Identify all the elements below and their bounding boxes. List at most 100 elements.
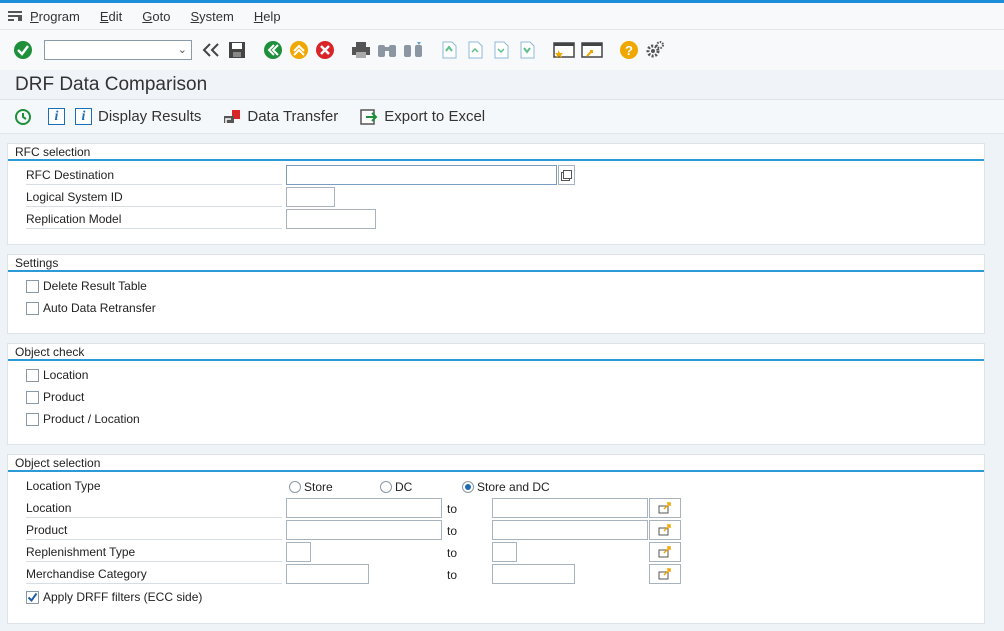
sel-replenishment-to-label: to (447, 546, 458, 560)
check-product-checkbox[interactable] (26, 390, 39, 404)
execute-clock-icon (14, 108, 32, 126)
multiple-selection-icon (658, 568, 671, 580)
auto-retransfer-row[interactable]: Auto Data Retransfer (26, 298, 156, 318)
replication-model-input[interactable] (286, 209, 376, 229)
logical-system-label: Logical System ID (26, 187, 282, 207)
check-location-row[interactable]: Location (26, 365, 88, 385)
cancel-icon[interactable] (314, 39, 336, 61)
apply-drff-label: Apply DRFF filters (ECC side) (43, 590, 203, 604)
double-chevron-left-icon[interactable] (200, 39, 222, 61)
system-toolbar: ⌄ ? (0, 30, 1004, 70)
execute-button[interactable] (14, 108, 38, 126)
auto-retransfer-label: Auto Data Retransfer (43, 301, 156, 315)
new-session-icon[interactable] (552, 39, 576, 61)
value-help-icon (561, 169, 572, 181)
display-results-label: Display Results (98, 108, 202, 125)
export-icon (360, 108, 378, 125)
save-icon[interactable] (226, 39, 248, 61)
object-selection-header: Object selection (8, 455, 984, 472)
sel-replenishment-from-input[interactable] (286, 542, 311, 562)
check-product-location-row[interactable]: Product / Location (26, 409, 140, 429)
sel-product-to-label: to (447, 524, 458, 538)
logical-system-input[interactable] (286, 187, 335, 207)
radio-dc[interactable]: DC (380, 480, 412, 494)
radio-store-dc-dot[interactable] (462, 481, 474, 493)
exit-icon[interactable] (288, 39, 310, 61)
find-icon[interactable] (376, 39, 398, 61)
menu-goto[interactable]: Goto (142, 9, 170, 24)
generate-shortcut-icon[interactable] (580, 39, 604, 61)
sel-merch-category-to-label: to (447, 568, 458, 582)
export-excel-label: Export to Excel (384, 108, 486, 125)
check-location-checkbox[interactable] (26, 368, 39, 382)
export-excel-button[interactable]: Export to Excel (360, 108, 485, 125)
sel-location-multiple-button[interactable] (649, 498, 681, 518)
sel-product-from-input[interactable] (286, 520, 442, 540)
multiple-selection-icon (658, 524, 671, 536)
first-page-icon[interactable] (438, 39, 460, 61)
sel-merch-category-label: Merchandise Category (26, 564, 282, 584)
rfc-selection-header: RFC selection (8, 144, 984, 161)
object-check-header: Object check (8, 344, 984, 361)
sel-merch-category-to-input[interactable] (492, 564, 575, 584)
check-icon (27, 592, 38, 602)
sel-location-from-input[interactable] (286, 498, 442, 518)
radio-store-dot[interactable] (289, 481, 301, 493)
apply-drff-row[interactable]: Apply DRFF filters (ECC side) (26, 587, 202, 607)
rfc-destination-input[interactable] (286, 165, 557, 185)
rfc-destination-valuehelp-button[interactable] (558, 165, 575, 185)
previous-page-icon[interactable] (464, 39, 486, 61)
menu-help[interactable]: Help (254, 9, 281, 24)
location-type-label: Location Type (26, 479, 101, 493)
sel-location-to-input[interactable] (492, 498, 648, 518)
data-transfer-button[interactable]: Data Transfer (223, 108, 338, 125)
settings-group: Settings Delete Result Table Auto Data R… (7, 254, 985, 334)
auto-retransfer-checkbox[interactable] (26, 301, 39, 315)
display-results-button[interactable]: i Display Results (75, 108, 201, 125)
menu-system[interactable]: System (190, 9, 233, 24)
sel-merch-category-from-input[interactable] (286, 564, 369, 584)
chevron-down-icon[interactable]: ⌄ (178, 43, 187, 56)
help-icon[interactable]: ? (618, 39, 640, 61)
last-page-icon[interactable] (516, 39, 538, 61)
data-transfer-icon (223, 109, 241, 125)
sel-product-to-input[interactable] (492, 520, 648, 540)
check-product-location-checkbox[interactable] (26, 412, 39, 426)
enter-check-icon[interactable] (12, 39, 34, 61)
delete-result-checkbox[interactable] (26, 279, 39, 293)
radio-store-dc[interactable]: Store and DC (462, 480, 550, 494)
rfc-destination-label: RFC Destination (26, 165, 282, 185)
sel-product-multiple-button[interactable] (649, 520, 681, 540)
info-button[interactable]: i (48, 108, 65, 125)
sel-merch-category-multiple-button[interactable] (649, 564, 681, 584)
svg-text:?: ? (625, 43, 633, 58)
print-icon[interactable] (350, 39, 372, 61)
page-title: DRF Data Comparison (0, 70, 1004, 100)
menu-bar: Program Edit Goto System Help (0, 3, 1004, 30)
multiple-selection-icon (658, 502, 671, 514)
system-menu-icon[interactable] (0, 3, 30, 30)
data-transfer-label: Data Transfer (247, 108, 339, 125)
radio-dc-dot[interactable] (380, 481, 392, 493)
radio-store-dc-label: Store and DC (477, 480, 550, 494)
sel-replenishment-to-input[interactable] (492, 542, 517, 562)
delete-result-row[interactable]: Delete Result Table (26, 276, 147, 296)
sel-replenishment-label: Replenishment Type (26, 542, 282, 562)
info-icon: i (75, 108, 92, 125)
back-icon[interactable] (262, 39, 284, 61)
settings-gear-icon[interactable] (644, 39, 666, 61)
rfc-selection-group: RFC selection RFC Destination Logical Sy… (7, 143, 985, 245)
radio-store[interactable]: Store (289, 480, 333, 494)
command-field[interactable]: ⌄ (44, 40, 192, 60)
menu-edit[interactable]: Edit (100, 9, 122, 24)
sel-replenishment-multiple-button[interactable] (649, 542, 681, 562)
application-toolbar: i i Display Results Data Transfer Export… (0, 100, 1004, 134)
check-product-row[interactable]: Product (26, 387, 84, 407)
object-selection-group: Object selection Location Type Store DC … (7, 454, 985, 624)
next-page-icon[interactable] (490, 39, 512, 61)
sel-product-label: Product (26, 520, 282, 540)
apply-drff-checkbox[interactable] (26, 590, 39, 604)
menu-program[interactable]: Program (30, 9, 80, 24)
sel-location-to-label: to (447, 502, 458, 516)
find-next-icon[interactable] (402, 39, 424, 61)
